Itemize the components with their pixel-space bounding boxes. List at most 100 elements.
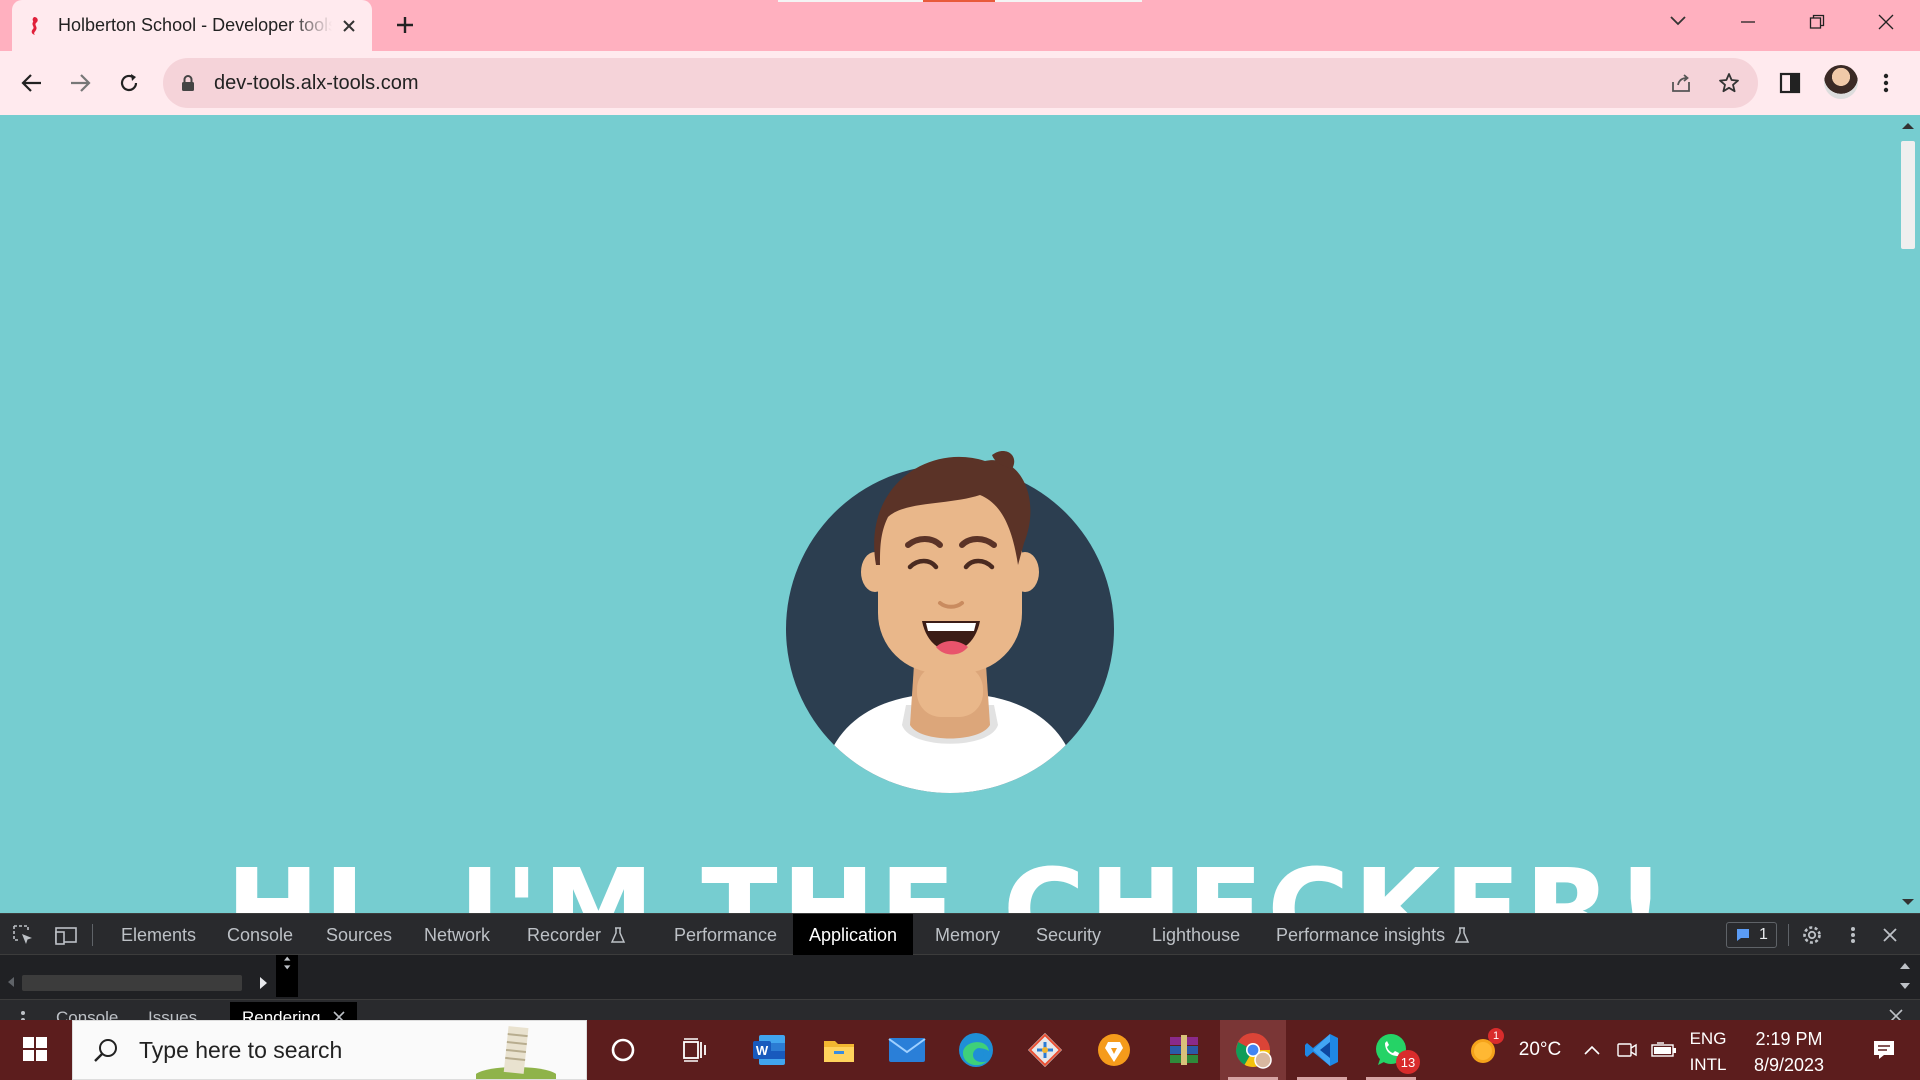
devtools-settings-button[interactable] [1797,914,1827,956]
clock-date: 8/9/2023 [1753,1055,1825,1075]
devtools-drawer-tab-bar: Console Issues Rendering [0,999,1920,1020]
taskbar-winrar[interactable] [1151,1020,1217,1080]
notification-icon [1874,1041,1894,1059]
side-panel-button[interactable] [1772,65,1808,101]
scroll-up-arrow[interactable] [1902,123,1914,129]
taskbar-search-box[interactable]: Type here to search [72,1020,587,1080]
devtools-tab-network[interactable]: Network [424,914,490,956]
panel-scroll-arrows[interactable] [1898,961,1912,996]
more-vertical-icon [1851,927,1855,943]
devtools-tab-sources[interactable]: Sources [326,914,392,956]
drawer-tab-rendering[interactable]: Rendering [230,1002,358,1020]
scroll-thumb[interactable] [1901,141,1915,249]
reload-button[interactable] [111,65,147,101]
browser-tab-active[interactable]: Holberton School - Developer tools [12,0,372,51]
recorder-label: Recorder [527,924,602,945]
file-explorer-icon [824,1041,854,1062]
weather-temperature[interactable]: 20°C [1510,1020,1570,1080]
show-hidden-icons-button[interactable] [1578,1020,1606,1080]
devtools-tab-memory[interactable]: Memory [935,914,1000,956]
page-headline: HI, I'M THE CHECKER! [225,846,1671,913]
share-button[interactable] [1664,66,1698,100]
scroll-thumb[interactable] [22,975,242,991]
chrome-menu-button[interactable] [1868,65,1904,101]
close-window-button[interactable] [1851,0,1920,44]
url-text[interactable]: dev-tools.alx-tools.com [214,72,419,95]
taskbar-edge[interactable] [943,1020,1009,1080]
bookmark-button[interactable] [1712,66,1746,100]
arrow-left-icon [21,74,41,92]
devtools-tab-elements[interactable]: Elements [121,914,196,956]
taskbar-cortana[interactable] [590,1020,656,1080]
tab-search-button[interactable] [1665,8,1691,34]
address-bar[interactable]: dev-tools.alx-tools.com [163,58,1758,108]
taskbar-task-view[interactable] [662,1020,728,1080]
weather-badge: 1 [1488,1028,1504,1044]
restore-button[interactable] [1782,0,1851,44]
devtools-tab-lighthouse[interactable]: Lighthouse [1152,914,1240,956]
splitter-handle[interactable] [276,955,298,997]
taskbar-word[interactable]: W [736,1020,802,1080]
action-center-button[interactable] [1848,1020,1920,1080]
language-code: ENG [1689,1029,1727,1048]
devtools-tab-console[interactable]: Console [227,914,293,956]
inspect-element-button[interactable] [8,914,38,956]
inspect-icon [13,925,32,944]
scroll-left-arrow[interactable] [8,977,14,987]
forward-button[interactable] [62,65,98,101]
holberton-seahorse-icon [24,16,44,36]
drawer-menu-icon[interactable] [20,1010,26,1020]
taskbar-whatsapp[interactable]: 13 [1358,1020,1424,1080]
scroll-down-arrow[interactable] [1902,899,1914,905]
close-icon[interactable] [333,1011,345,1020]
taskbar-git[interactable] [1012,1020,1078,1080]
lock-icon[interactable] [180,73,196,93]
weather-widget[interactable]: 1 [1462,1020,1506,1080]
drawer-close-button[interactable] [1888,1008,1904,1020]
system-clock[interactable]: 2:19 PM 8/9/2023 [1734,1026,1844,1078]
devtools-tab-bar: Elements Console Sources Network Recorde… [0,913,1920,956]
start-button[interactable] [14,1036,58,1064]
minimize-button[interactable] [1713,0,1782,44]
tab-close-icon[interactable] [338,15,360,37]
devtools-tab-performance[interactable]: Performance [674,914,777,956]
taskbar-brave[interactable] [1081,1020,1147,1080]
taskbar-file-explorer[interactable] [806,1020,872,1080]
taskbar-chrome[interactable] [1220,1020,1286,1080]
taskbar-vscode[interactable] [1289,1020,1355,1080]
battery-indicator[interactable] [1648,1020,1680,1080]
message-icon [1737,929,1749,941]
scroll-right-arrow[interactable] [260,977,267,989]
devtools-tab-performance-insights[interactable]: Performance insights [1276,914,1471,956]
meet-now-button[interactable] [1612,1020,1642,1080]
drawer-tab-issues[interactable]: Issues [148,1008,197,1020]
drawer-tab-console[interactable]: Console [56,1008,118,1020]
devtools-menu-button[interactable] [1838,914,1868,956]
search-icon [94,1039,117,1062]
chrome-icon [1236,1033,1272,1069]
taskbar-mail[interactable] [874,1020,940,1080]
close-icon [1889,1009,1903,1020]
devtools-tab-recorder[interactable]: Recorder [527,914,627,956]
devtools-tab-security[interactable]: Security [1036,914,1101,956]
profile-avatar[interactable] [1824,65,1858,99]
git-icon [1028,1033,1062,1067]
tab-strip: Holberton School - Developer tools [0,0,1920,51]
devtools-tab-application[interactable]: Application [793,914,914,956]
clock-time: 2:19 PM [1755,1029,1823,1049]
input-language-indicator[interactable]: ENG INTL [1686,1026,1730,1078]
issues-counter-button[interactable]: 1 [1726,922,1777,948]
new-tab-button[interactable] [392,12,418,38]
reload-icon [120,74,138,92]
edge-icon [959,1033,993,1067]
sidebar-horizontal-scrollbar[interactable] [8,973,274,993]
device-toolbar-button[interactable] [51,914,81,956]
winrar-icon [1170,1035,1198,1065]
devtools-close-button[interactable] [1875,914,1905,956]
gear-icon [1803,926,1821,944]
rendering-label: Rendering [242,1008,321,1020]
back-button[interactable] [14,65,50,101]
page-viewport: HI, I'M THE CHECKER! [0,115,1920,913]
page-scrollbar[interactable] [1896,115,1920,913]
mail-icon [888,1038,926,1062]
